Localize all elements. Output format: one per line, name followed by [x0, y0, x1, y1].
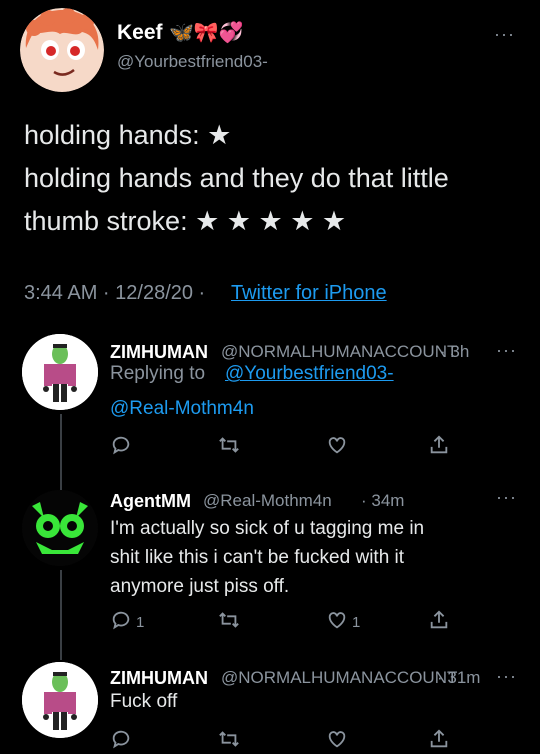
share-icon — [428, 609, 450, 635]
reply-count: 1 — [136, 613, 145, 631]
tweet-line-3: thumb stroke: ★ ★ ★ ★ ★ — [24, 206, 347, 236]
reply-1-handle[interactable]: @NORMALHUMANACCOUNT — [221, 342, 457, 362]
share-button[interactable] — [428, 728, 450, 754]
reply-2-text-line-3: anymore just piss off. — [110, 576, 290, 597]
like-icon — [326, 609, 348, 635]
retweet-icon — [218, 728, 240, 754]
like-button[interactable]: 1 — [326, 609, 360, 635]
reply-button[interactable] — [110, 728, 132, 754]
tweet-timestamp[interactable]: 3:44 AM · 12/28/20 · — [24, 282, 205, 305]
author-handle[interactable]: @Yourbestfriend03- — [117, 52, 268, 72]
more-icon[interactable]: ··· — [496, 340, 517, 361]
reply-1-time[interactable]: · 3h — [440, 342, 469, 362]
like-button[interactable] — [326, 728, 348, 754]
share-icon — [428, 434, 450, 460]
reply-2-text-line-2: shit like this i can't be fucked with it — [110, 547, 405, 568]
reply-3-time[interactable]: · 31m — [437, 668, 480, 688]
tweet-line-1: holding hands: ★ — [24, 120, 232, 150]
retweet-button[interactable] — [218, 728, 240, 754]
author-avatar[interactable] — [20, 8, 104, 92]
like-count: 1 — [352, 613, 361, 631]
reply-button[interactable] — [110, 434, 132, 460]
more-icon[interactable]: ··· — [494, 24, 515, 45]
tweet-line-2: holding hands and they do that little — [24, 163, 449, 193]
reply-3-name[interactable]: ZIMHUMAN — [110, 668, 208, 689]
reply-icon — [110, 609, 132, 635]
thread-line — [60, 570, 62, 660]
reply-1-text[interactable]: @Real-Mothm4n — [110, 398, 254, 420]
reply-1-name[interactable]: ZIMHUMAN — [110, 342, 208, 363]
tweet-source-link[interactable]: Twitter for iPhone — [231, 282, 387, 305]
reply-2-text-line-1: I'm actually so sick of u tagging me in — [110, 518, 425, 539]
reply-3-handle[interactable]: @NORMALHUMANACCOUNT — [221, 668, 457, 688]
author-emoji: 🦋🎀💞 — [169, 22, 244, 44]
replying-to-link[interactable]: @Yourbestfriend03- — [225, 363, 394, 385]
retweet-icon — [218, 609, 240, 635]
like-icon — [326, 728, 348, 754]
share-icon — [428, 728, 450, 754]
reply-2-name[interactable]: AgentMM — [110, 491, 191, 512]
reply-avatar[interactable] — [22, 334, 98, 410]
more-icon[interactable]: ··· — [496, 666, 517, 687]
more-icon[interactable]: ··· — [496, 487, 517, 508]
reply-avatar[interactable] — [22, 662, 98, 738]
reply-avatar[interactable] — [22, 490, 98, 566]
thread-line — [60, 414, 62, 494]
reply-button[interactable]: 1 — [110, 609, 144, 635]
share-button[interactable] — [428, 434, 450, 460]
like-button[interactable] — [326, 434, 348, 460]
share-button[interactable] — [428, 609, 450, 635]
retweet-button[interactable] — [218, 609, 240, 635]
reply-icon — [110, 434, 132, 460]
author-name[interactable]: Keef — [117, 21, 163, 45]
reply-2-handle[interactable]: @Real-Mothm4n — [203, 491, 332, 511]
like-icon — [326, 434, 348, 460]
reply-3-text: Fuck off — [110, 691, 178, 712]
reply-icon — [110, 728, 132, 754]
retweet-button[interactable] — [218, 434, 240, 460]
replying-to-prefix: Replying to — [110, 363, 206, 384]
retweet-icon — [218, 434, 240, 460]
reply-2-time[interactable]: · 34m — [361, 491, 404, 511]
